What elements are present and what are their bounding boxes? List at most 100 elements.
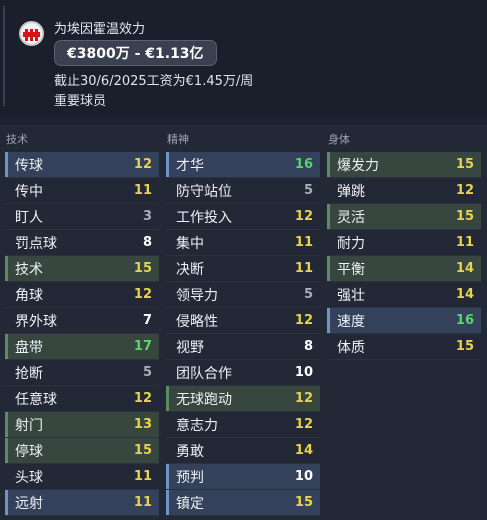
attribute-row[interactable]: 侵略性 12 [166, 308, 320, 334]
attribute-row[interactable]: 停球 15 [5, 438, 159, 464]
attribute-row[interactable]: 预判 10 [166, 464, 320, 490]
attribute-name: 决断 [176, 261, 204, 278]
physical-column: 身体 爆发力 15 弹跳 12 灵活 15 耐力 11 平衡 14 强壮 14 速度 16 体质 15 [327, 125, 481, 360]
attribute-row[interactable]: 界外球 7 [5, 308, 159, 334]
attribute-row[interactable]: 传中 11 [5, 178, 159, 204]
attribute-name: 角球 [15, 287, 43, 304]
attribute-value: 8 [303, 339, 313, 354]
attribute-value: 8 [142, 235, 152, 250]
transfer-value-badge: €3800万 - €1.13亿 [54, 40, 217, 66]
attribute-row[interactable]: 意志力 12 [166, 412, 320, 438]
attribute-row[interactable]: 领导力 5 [166, 282, 320, 308]
attribute-name: 才华 [176, 157, 204, 174]
attribute-row[interactable]: 工作投入 12 [166, 204, 320, 230]
attribute-value: 12 [294, 391, 313, 406]
attribute-name: 速度 [337, 313, 365, 330]
attribute-value: 14 [294, 443, 313, 458]
attribute-row[interactable]: 远射 11 [5, 490, 159, 516]
attribute-name: 体质 [337, 339, 365, 356]
attribute-name: 集中 [176, 235, 204, 252]
attribute-name: 技术 [15, 261, 43, 278]
attribute-row[interactable]: 集中 11 [166, 230, 320, 256]
attribute-row[interactable]: 盯人 3 [5, 204, 159, 230]
attribute-row[interactable]: 传球 12 [5, 152, 159, 178]
attribute-row[interactable]: 平衡 14 [327, 256, 481, 282]
attribute-row[interactable]: 耐力 11 [327, 230, 481, 256]
attribute-row[interactable]: 灵活 15 [327, 204, 481, 230]
attribute-row[interactable]: 视野 8 [166, 334, 320, 360]
attribute-value: 12 [133, 287, 152, 302]
attribute-value: 5 [303, 287, 313, 302]
attribute-name: 耐力 [337, 235, 365, 252]
attribute-name: 强壮 [337, 287, 365, 304]
attribute-row[interactable]: 勇敢 14 [166, 438, 320, 464]
attribute-row[interactable]: 抢断 5 [5, 360, 159, 386]
attribute-name: 领导力 [176, 287, 218, 304]
header-divider [3, 6, 5, 106]
column-heading: 身体 [328, 132, 350, 146]
attribute-row[interactable]: 技术 15 [5, 256, 159, 282]
attribute-value: 12 [294, 417, 313, 432]
attribute-row[interactable]: 头球 11 [5, 464, 159, 490]
attribute-value: 12 [294, 209, 313, 224]
attribute-name: 抢断 [15, 365, 43, 382]
attribute-value: 12 [294, 313, 313, 328]
attribute-row[interactable]: 无球跑动 12 [166, 386, 320, 412]
attribute-row[interactable]: 强壮 14 [327, 282, 481, 308]
attribute-value: 10 [294, 469, 313, 484]
attribute-name: 罚点球 [15, 235, 57, 252]
attribute-name: 防守站位 [176, 183, 232, 200]
attribute-name: 任意球 [15, 391, 57, 408]
attribute-row[interactable]: 团队合作 10 [166, 360, 320, 386]
attribute-value: 14 [455, 261, 474, 276]
club-line[interactable]: 为埃因霍温效力 [54, 18, 145, 37]
attribute-row[interactable]: 决断 11 [166, 256, 320, 282]
attribute-value: 13 [133, 417, 152, 432]
attribute-value: 15 [455, 157, 474, 172]
contract-wage-line: 截止30/6/2025工资为€1.45万/周 [54, 74, 254, 89]
attribute-row[interactable]: 罚点球 8 [5, 230, 159, 256]
squad-status-line: 重要球员 [54, 94, 107, 109]
attribute-row[interactable]: 防守站位 5 [166, 178, 320, 204]
attribute-row[interactable]: 体质 15 [327, 334, 481, 360]
attribute-name: 传球 [15, 157, 43, 174]
attribute-row[interactable]: 弹跳 12 [327, 178, 481, 204]
attribute-row[interactable]: 速度 16 [327, 308, 481, 334]
attribute-name: 勇敢 [176, 443, 204, 460]
player-header: 为埃因霍温效力 €3800万 - €1.13亿 截止30/6/2025工资为€1… [0, 0, 487, 118]
technical-column: 技术 传球 12 传中 11 盯人 3 罚点球 8 技术 15 角球 12 界外球 7 盘带 17 抢断 5 任意球… [5, 125, 159, 516]
attribute-value: 11 [455, 235, 474, 250]
attribute-name: 盘带 [15, 339, 43, 356]
attribute-name: 平衡 [337, 261, 365, 278]
attribute-name: 停球 [15, 443, 43, 460]
attribute-row[interactable]: 任意球 12 [5, 386, 159, 412]
club-crest-icon[interactable] [19, 21, 44, 46]
attribute-value: 11 [133, 183, 152, 198]
attributes-panel: 技术 传球 12 传中 11 盯人 3 罚点球 8 技术 15 角球 12 界外球 7 盘带 17 抢断 5 任意球… [0, 125, 487, 520]
attribute-name: 视野 [176, 339, 204, 356]
attribute-value: 10 [294, 365, 313, 380]
attribute-value: 5 [303, 183, 313, 198]
attribute-value: 15 [294, 495, 313, 510]
attribute-name: 远射 [15, 495, 43, 512]
attribute-row[interactable]: 盘带 17 [5, 334, 159, 360]
attribute-value: 12 [133, 157, 152, 172]
attribute-name: 射门 [15, 417, 43, 434]
attribute-name: 工作投入 [176, 209, 232, 226]
attribute-row[interactable]: 射门 13 [5, 412, 159, 438]
attribute-row[interactable]: 才华 16 [166, 152, 320, 178]
attribute-value: 11 [133, 495, 152, 510]
column-heading: 精神 [167, 132, 189, 146]
attribute-name: 镇定 [176, 495, 204, 512]
attribute-row[interactable]: 爆发力 15 [327, 152, 481, 178]
attribute-name: 盯人 [15, 209, 43, 226]
attribute-row[interactable]: 镇定 15 [166, 490, 320, 516]
attribute-row[interactable]: 角球 12 [5, 282, 159, 308]
attribute-name: 传中 [15, 183, 43, 200]
attribute-value: 15 [455, 209, 474, 224]
attribute-value: 11 [294, 261, 313, 276]
attribute-value: 12 [133, 391, 152, 406]
attribute-name: 爆发力 [337, 157, 379, 174]
attribute-value: 16 [294, 157, 313, 172]
attribute-name: 预判 [176, 469, 204, 486]
